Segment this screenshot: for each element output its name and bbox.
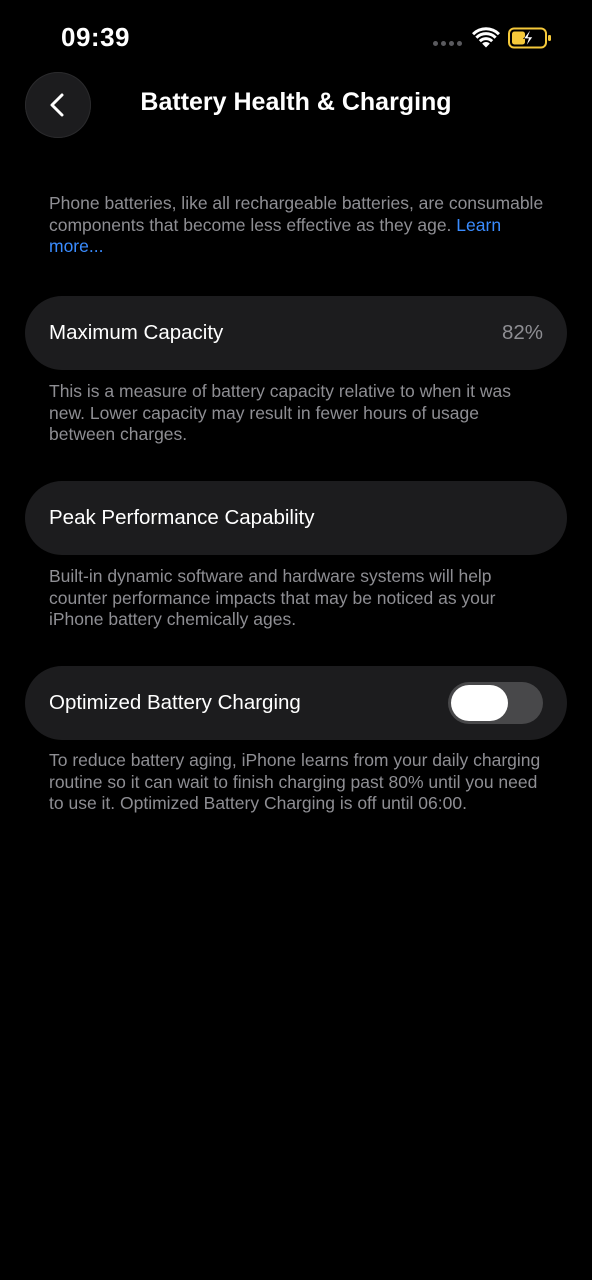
optimized-charging-row: Optimized Battery Charging <box>25 666 567 740</box>
signal-dots-icon <box>433 41 462 46</box>
optimized-charging-toggle[interactable] <box>448 682 543 724</box>
intro-description: Phone batteries, like all rechargeable b… <box>49 193 549 258</box>
peak-performance-label: Peak Performance Capability <box>49 506 315 529</box>
wifi-icon <box>472 27 500 48</box>
maximum-capacity-value: 82% <box>501 321 543 344</box>
page-title: Battery Health & Charging <box>140 88 452 116</box>
battery-charging-icon <box>508 27 551 49</box>
maximum-capacity-footer: This is a measure of battery capacity re… <box>49 381 512 444</box>
status-time: 09:39 <box>61 22 130 52</box>
optimized-charging-footer: To reduce battery aging, iPhone learns f… <box>49 750 541 813</box>
optimized-charging-label: Optimized Battery Charging <box>49 691 301 714</box>
maximum-capacity-row: Maximum Capacity 82% <box>25 296 567 370</box>
toggle-knob <box>451 685 508 721</box>
maximum-capacity-label: Maximum Capacity <box>49 321 224 344</box>
peak-performance-row[interactable]: Peak Performance Capability <box>25 481 567 555</box>
peak-performance-footer: Built-in dynamic software and hardware s… <box>49 566 496 629</box>
status-bar: 09:39 <box>0 0 592 80</box>
